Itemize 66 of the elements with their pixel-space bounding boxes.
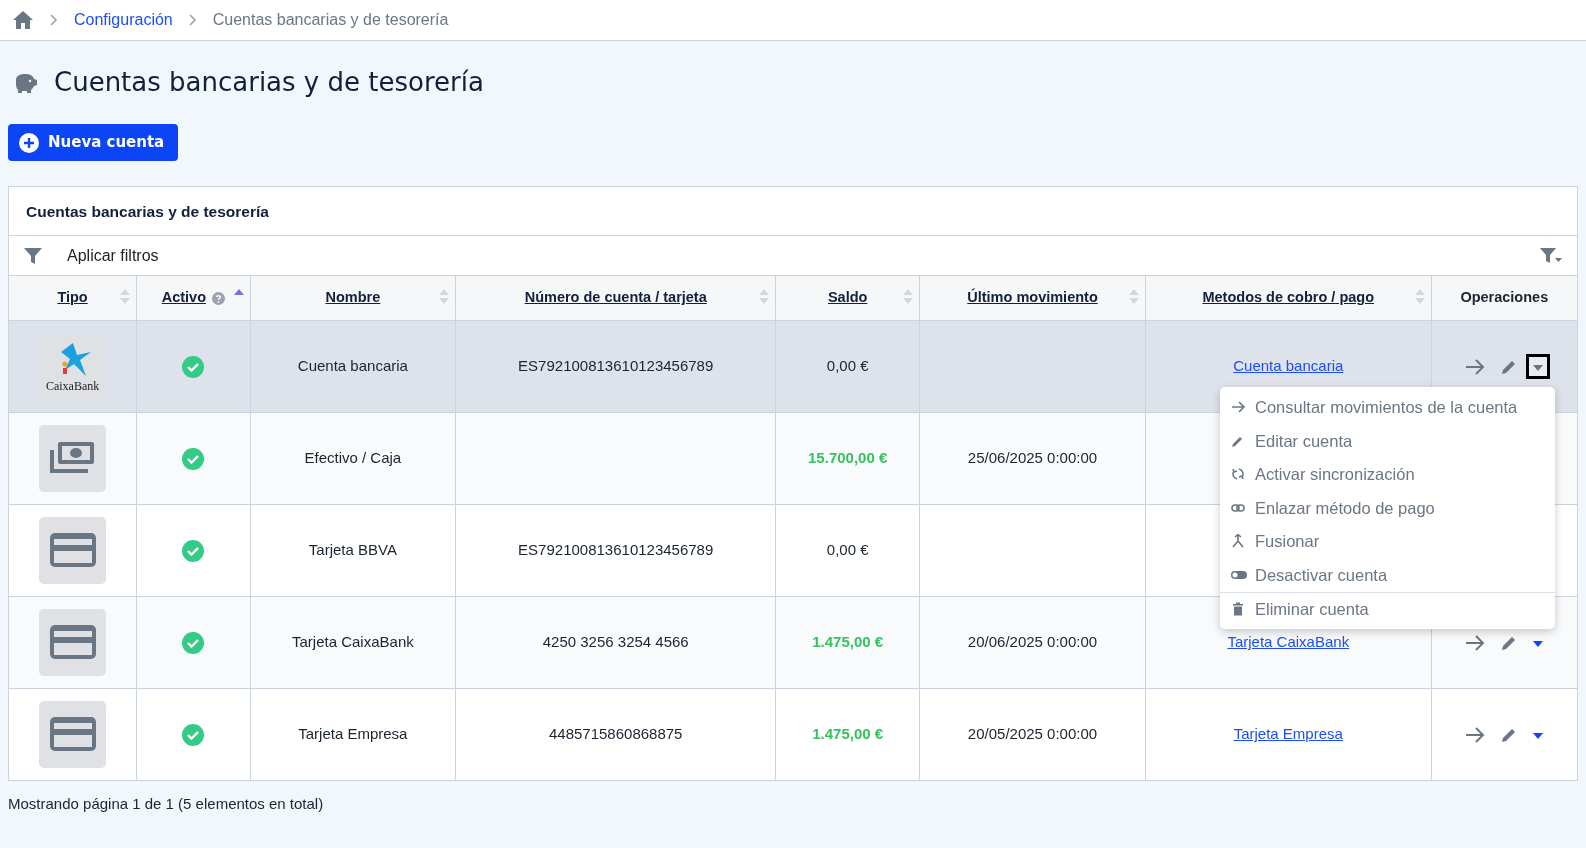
- card-drawing: [47, 623, 98, 662]
- account-name: Tarjeta Empresa: [298, 725, 408, 743]
- arrow-right-icon: [1465, 634, 1486, 651]
- sort-ascending-icon: [233, 289, 244, 296]
- balance-amount: 0,00 €: [826, 356, 869, 374]
- page-title: Cuentas bancarias y de tesorería: [54, 67, 484, 99]
- menu-item[interactable]: Consultar movimientos de la cuenta: [1220, 390, 1555, 425]
- menu-item[interactable]: Enlazar método de pago: [1220, 491, 1555, 525]
- menu-item[interactable]: Desactivar cuenta: [1220, 558, 1555, 592]
- sort-icon: [1414, 289, 1425, 305]
- menu-item[interactable]: Activar sincronización: [1220, 457, 1555, 492]
- account-number: 4485715860868875: [548, 725, 683, 743]
- payment-method-link[interactable]: Tarjeta Empresa: [1233, 725, 1343, 743]
- account-name: Efectivo / Caja: [304, 448, 402, 466]
- account-number: ES792100813610123456789: [518, 540, 714, 558]
- balance-amount: 1.475,00 €: [812, 632, 884, 650]
- card-drawing: [47, 531, 98, 570]
- menu-item[interactable]: Fusionar: [1220, 524, 1555, 559]
- breadcrumb-current: Cuentas bancarias y de tesorería: [212, 10, 449, 30]
- pencil-icon: [1501, 358, 1518, 375]
- payment-method-link[interactable]: Tarjeta CaixaBank: [1227, 632, 1350, 650]
- column-header[interactable]: Nombre: [325, 289, 381, 306]
- column-header[interactable]: Tipo: [57, 289, 88, 306]
- column-header[interactable]: Saldo: [827, 289, 868, 306]
- apply-filters-button[interactable]: Aplicar filtros: [23, 243, 159, 268]
- chevron-icon: [188, 14, 197, 26]
- sort-icon: [439, 289, 450, 305]
- account-name: Tarjeta BBVA: [308, 540, 397, 558]
- help-icon: [212, 291, 225, 305]
- more-options-toggle[interactable]: [1529, 356, 1548, 376]
- pencil-icon: [1501, 634, 1518, 651]
- balance-amount: 1.475,00 €: [812, 725, 884, 743]
- menu-item[interactable]: Editar cuenta: [1220, 424, 1555, 458]
- sort-icon: [1128, 289, 1139, 305]
- sort-icon: [903, 289, 914, 305]
- card-drawing: [47, 715, 98, 754]
- home-icon: [12, 10, 34, 30]
- logo-text: CaixaBank: [45, 380, 100, 393]
- filter-options-icon: [1539, 245, 1563, 266]
- balance-amount: 15.700,00 €: [808, 448, 888, 466]
- arrow-right-icon: [1465, 358, 1486, 375]
- account-name: Tarjeta CaixaBank: [292, 632, 414, 650]
- new-account-button[interactable]: Nueva cuenta: [8, 124, 179, 162]
- account-name: Cuenta bancaria: [297, 356, 408, 374]
- breadcrumb-link[interactable]: Configuración: [74, 8, 173, 32]
- sort-icon: [759, 289, 770, 305]
- last-movement-date: 25/06/2025 0:00:00: [967, 448, 1098, 466]
- balance-amount: 0,00 €: [826, 540, 869, 558]
- sort-icon: [120, 289, 131, 305]
- plus-circle-icon: [18, 131, 40, 154]
- caret-down-icon: [1533, 732, 1544, 739]
- filter-icon: [23, 245, 43, 266]
- account-number: 4250 3256 3254 4566: [542, 632, 689, 650]
- caret-down-icon: [1533, 364, 1544, 371]
- chevron-icon: [50, 14, 58, 26]
- account-number: ES792100813610123456789: [518, 356, 714, 374]
- arrow-right-icon: [1465, 726, 1486, 743]
- last-movement-date: 20/06/2025 0:00:00: [967, 632, 1098, 650]
- column-header: Operaciones: [1460, 289, 1549, 306]
- pencil-icon: [1501, 726, 1518, 743]
- last-movement-date: 20/05/2025 0:00:00: [967, 725, 1098, 743]
- column-header[interactable]: Activo: [161, 289, 206, 306]
- caret-down-icon: [1533, 640, 1544, 647]
- pagination-summary: Mostrando página 1 de 1 (5 elementos en total): [7, 794, 325, 815]
- payment-method-link[interactable]: Cuenta bancaria: [1233, 356, 1344, 374]
- card-title: Cuentas bancarias y de tesorería: [26, 201, 269, 222]
